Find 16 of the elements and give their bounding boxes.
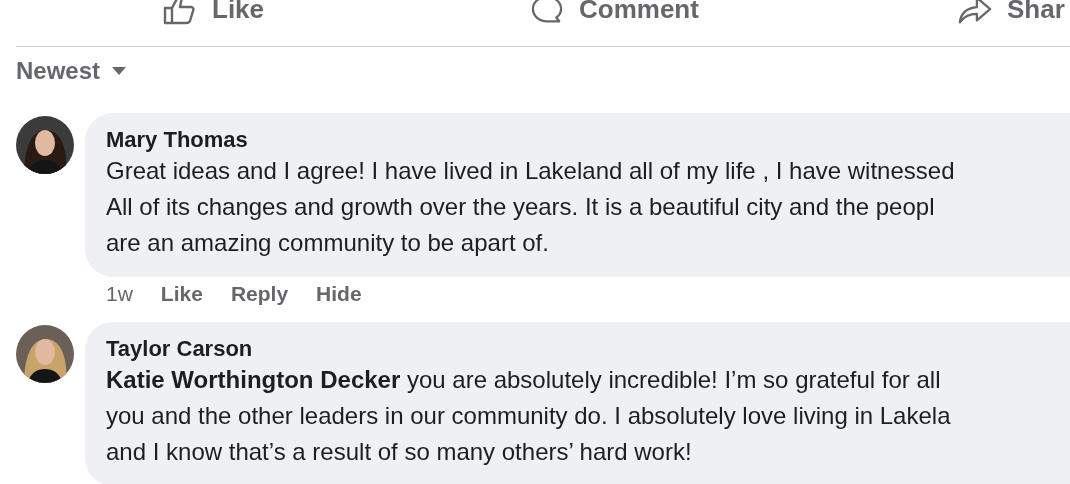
caret-icon [112,66,127,76]
comment-action-link[interactable]: Reply [230,281,289,307]
comment-action-link[interactable]: Like [160,281,203,307]
author-name: Taylor Carson [106,336,254,362]
share-button[interactable]: Shar [958,0,1065,25]
comment-text: Great ideas and I agree! I have lived in Lakeland all of my life , I have witnessed All of its changes and growth over the years. It is a beautiful city and the peopl are an amazing community to be apart of. [106,156,956,258]
comment-text: Katie Worthington Decker you are absolutely incredible! I’m so grateful for all you and the other leaders in our community do. I absolutely love living in Lakela and I know that’s a result of so many others’ hard work! [106,365,952,467]
speech-bubble-icon [530,0,564,25]
timestamp: 1w [106,281,133,307]
sort-dropdown[interactable]: Newest [16,57,127,85]
thumbs-up-icon [163,0,197,25]
author-name: Mary Thomas [106,127,249,153]
share-arrow-icon [958,0,992,25]
like-button[interactable]: Like [163,0,265,25]
comment-button[interactable]: Comment [530,0,699,25]
comment-action-link[interactable]: Hide [316,281,362,307]
